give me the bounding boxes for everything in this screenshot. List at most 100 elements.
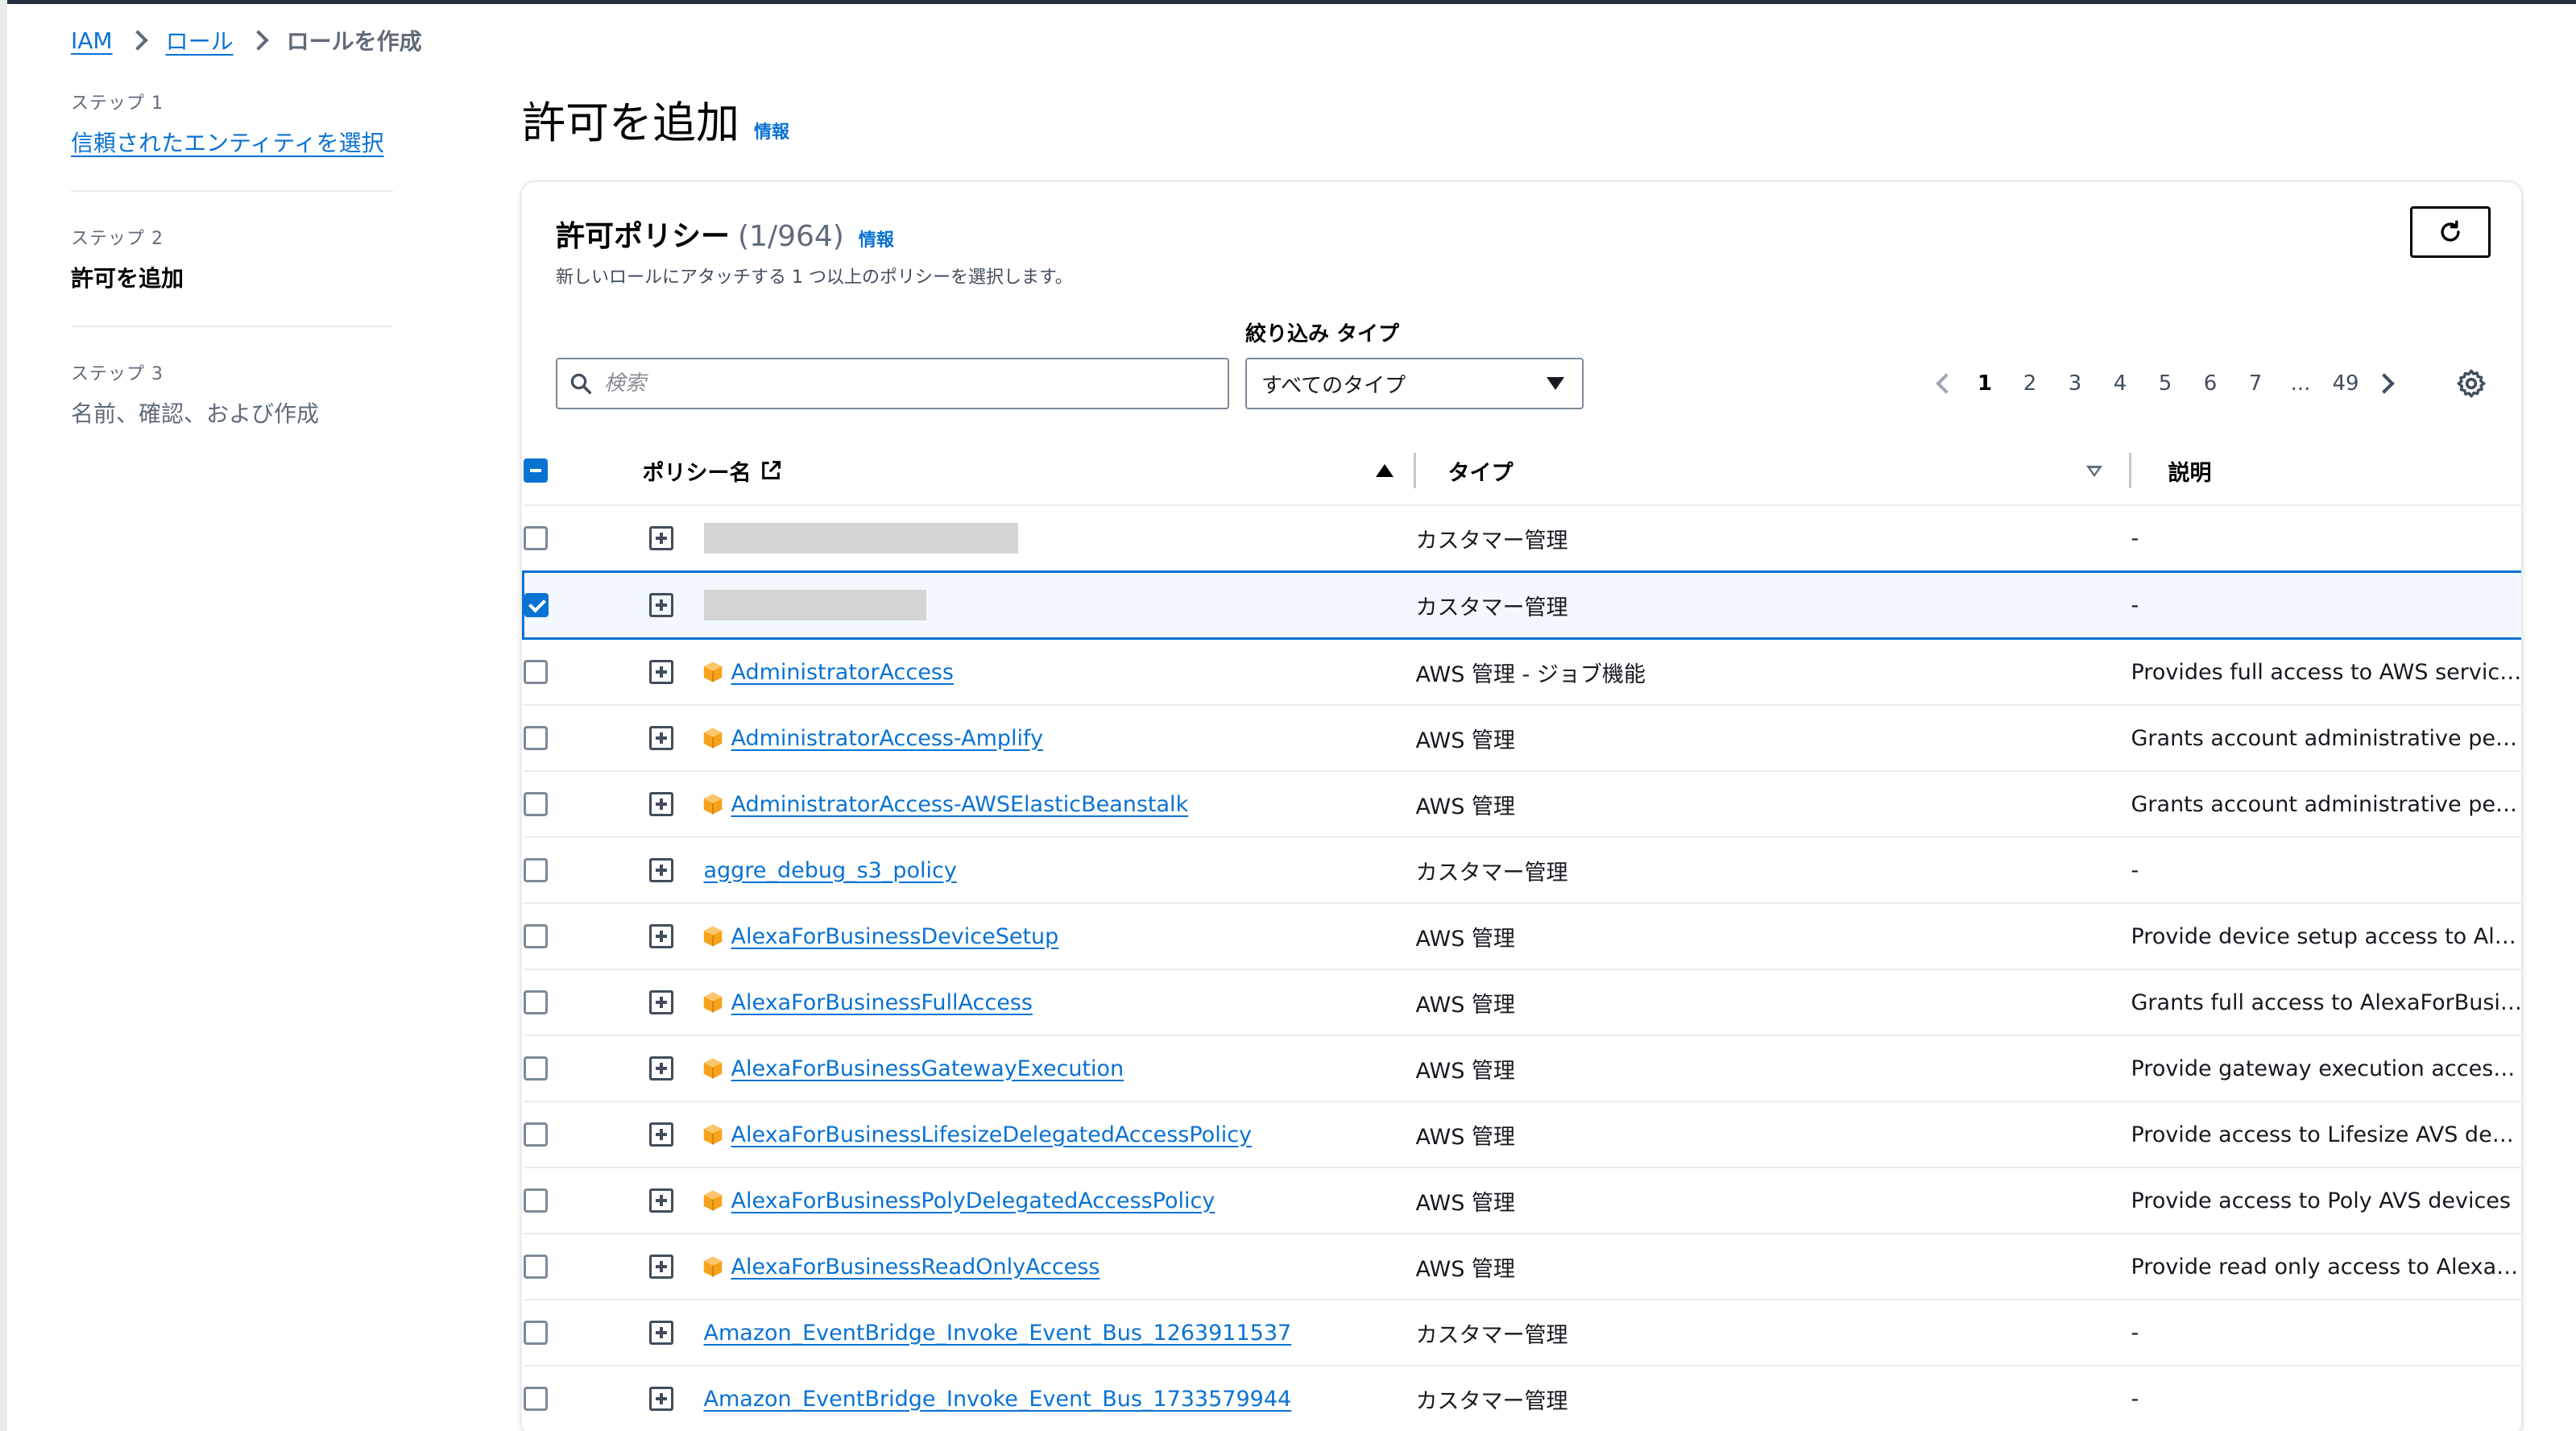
policy-link[interactable]: AdministratorAccess-Amplify xyxy=(731,726,1044,751)
policy-link[interactable]: AlexaForBusinessReadOnlyAccess xyxy=(731,1255,1100,1280)
step-label: ステップ 1 xyxy=(71,93,164,114)
table-row[interactable]: AlexaForBusinessPolyDelegatedAccessPolic… xyxy=(523,1168,2521,1234)
row-checkbox[interactable] xyxy=(523,792,548,816)
expand-icon[interactable] xyxy=(648,858,673,882)
row-checkbox[interactable] xyxy=(523,1122,548,1147)
expand-icon[interactable] xyxy=(648,660,673,684)
policy-name-cell: AlexaForBusinessFullAccess xyxy=(610,969,1416,1036)
row-checkbox[interactable] xyxy=(523,660,548,684)
row-checkbox[interactable] xyxy=(523,1056,548,1081)
page-7[interactable]: 7 xyxy=(2233,371,2278,396)
policy-name-cell: AdministratorAccess-Amplify xyxy=(610,705,1416,772)
table-row[interactable]: aggre_debug_s3_policy カスタマー管理 - xyxy=(523,837,2521,904)
table-row[interactable]: カスタマー管理 - xyxy=(523,505,2521,573)
table-row-selected[interactable]: カスタマー管理 - xyxy=(522,570,2521,640)
policy-link[interactable]: AlexaForBusinessFullAccess xyxy=(731,990,1033,1015)
header-type[interactable]: タイプ xyxy=(1415,437,2131,506)
step-2: ステップ 2 許可を追加 xyxy=(71,224,393,327)
header-policy-name[interactable]: ポリシー名 xyxy=(610,437,1416,506)
table-row[interactable]: Amazon_EventBridge_Invoke_Event_Bus_1733… xyxy=(523,1366,2521,1431)
policy-description: - xyxy=(2131,570,2521,640)
type-filter-select[interactable]: すべてのタイプ xyxy=(1245,358,1584,409)
page-3[interactable]: 3 xyxy=(2052,371,2098,396)
external-link-icon[interactable] xyxy=(760,459,782,482)
row-checkbox[interactable] xyxy=(523,1321,548,1345)
expand-icon[interactable] xyxy=(648,526,673,550)
row-checkbox[interactable] xyxy=(523,1387,548,1411)
permissions-policies-panel: 許可ポリシー (1/964) 情報 新しいロールにアタッチする 1 つ以上のポリ… xyxy=(520,180,2523,1431)
policy-link[interactable]: Amazon_EventBridge_Invoke_Event_Bus_1263… xyxy=(704,1321,1292,1346)
table-row[interactable]: AlexaForBusinessLifesizeDelegatedAccessP… xyxy=(523,1101,2521,1168)
expand-icon[interactable] xyxy=(648,1255,673,1279)
breadcrumb-iam[interactable]: IAM xyxy=(71,27,113,54)
row-checkbox-cell xyxy=(523,969,611,1036)
policy-link[interactable]: AlexaForBusinessGatewayExecution xyxy=(731,1056,1124,1081)
table-row[interactable]: AlexaForBusinessGatewayExecution AWS 管理 … xyxy=(523,1035,2521,1102)
select-all-checkbox[interactable] xyxy=(523,458,548,483)
table-row[interactable]: AlexaForBusinessDeviceSetup AWS 管理 Provi… xyxy=(523,903,2521,970)
row-checkbox[interactable] xyxy=(525,593,549,617)
page-1[interactable]: 1 xyxy=(1962,371,2007,396)
refresh-button[interactable] xyxy=(2410,206,2491,258)
policy-description: Grants full access to AlexaForBusiness .… xyxy=(2131,969,2521,1036)
aws-cube-icon xyxy=(703,926,722,947)
row-checkbox[interactable] xyxy=(523,1188,548,1213)
policy-link[interactable]: AlexaForBusinessLifesizeDelegatedAccessP… xyxy=(731,1122,1253,1147)
expand-icon[interactable] xyxy=(648,726,673,750)
policy-link[interactable]: AdministratorAccess xyxy=(731,660,955,685)
step-1-link[interactable]: 信頼されたエンティティを選択 xyxy=(71,126,393,158)
table-row[interactable]: Amazon_EventBridge_Invoke_Event_Bus_1263… xyxy=(523,1300,2521,1367)
table-row[interactable]: AdministratorAccess-AWSElasticBeanstalk … xyxy=(523,771,2521,838)
policy-type: AWS 管理 xyxy=(1415,771,2131,838)
expand-icon[interactable] xyxy=(648,792,673,816)
search-input[interactable] xyxy=(603,371,1215,396)
expand-icon[interactable] xyxy=(648,1122,673,1147)
sort-ascending-icon[interactable] xyxy=(1375,464,1394,477)
wizard-steps: ステップ 1 信頼されたエンティティを選択 ステップ 2 許可を追加 ステップ … xyxy=(71,89,393,493)
chevron-right-icon xyxy=(2374,373,2395,394)
header-policy-name-label: ポリシー名 xyxy=(642,460,752,486)
policy-link[interactable]: AdministratorAccess-AWSElasticBeanstalk xyxy=(731,792,1189,817)
policy-link[interactable]: Amazon_EventBridge_Invoke_Event_Bus_1733… xyxy=(704,1387,1292,1412)
expand-icon[interactable] xyxy=(648,1056,673,1081)
expand-icon[interactable] xyxy=(648,1321,673,1345)
breadcrumb-roles[interactable]: ロール xyxy=(166,24,234,56)
expand-icon[interactable] xyxy=(648,990,673,1014)
row-checkbox[interactable] xyxy=(523,526,548,550)
row-checkbox-cell xyxy=(523,505,611,573)
row-checkbox[interactable] xyxy=(523,858,548,882)
row-checkbox[interactable] xyxy=(523,990,548,1014)
policy-link[interactable]: AlexaForBusinessPolyDelegatedAccessPolic… xyxy=(731,1188,1216,1213)
row-checkbox[interactable] xyxy=(523,726,548,750)
policy-link[interactable]: AlexaForBusinessDeviceSetup xyxy=(731,924,1059,949)
page-4[interactable]: 4 xyxy=(2098,371,2143,396)
gear-icon[interactable] xyxy=(2455,367,2487,400)
table-row[interactable]: AdministratorAccess-Amplify AWS 管理 Grant… xyxy=(523,705,2521,772)
policy-description: Provide access to Poly AVS devices xyxy=(2131,1168,2521,1234)
expand-icon[interactable] xyxy=(648,924,673,948)
header-checkbox-cell xyxy=(523,437,611,506)
step-1: ステップ 1 信頼されたエンティティを選択 xyxy=(71,89,393,192)
panel-info-link[interactable]: 情報 xyxy=(859,226,894,251)
expand-icon[interactable] xyxy=(648,1387,673,1411)
page-5[interactable]: 5 xyxy=(2143,371,2188,396)
next-page-button[interactable] xyxy=(2368,373,2400,394)
policy-description: Provide read only access to AlexaForB... xyxy=(2131,1234,2521,1300)
info-link[interactable]: 情報 xyxy=(754,118,789,143)
page-6[interactable]: 6 xyxy=(2188,371,2233,396)
row-checkbox[interactable] xyxy=(523,924,548,948)
policy-name-cell: Amazon_EventBridge_Invoke_Event_Bus_1733… xyxy=(610,1366,1416,1431)
row-checkbox[interactable] xyxy=(523,1255,548,1279)
table-row[interactable]: AlexaForBusinessReadOnlyAccess AWS 管理 Pr… xyxy=(523,1234,2521,1300)
previous-page-button[interactable] xyxy=(1930,373,1962,394)
page-49[interactable]: 49 xyxy=(2323,371,2368,396)
step-label: ステップ 2 xyxy=(71,229,164,249)
expand-icon[interactable] xyxy=(648,1188,673,1213)
page-2[interactable]: 2 xyxy=(2007,371,2052,396)
refresh-icon xyxy=(2441,220,2460,242)
policy-link[interactable]: aggre_debug_s3_policy xyxy=(704,858,957,883)
sort-icon[interactable] xyxy=(2085,466,2102,477)
expand-icon[interactable] xyxy=(648,593,673,617)
table-row[interactable]: AlexaForBusinessFullAccess AWS 管理 Grants… xyxy=(523,969,2521,1036)
table-row[interactable]: AdministratorAccess AWS 管理 - ジョブ機能 Provi… xyxy=(523,638,2521,706)
